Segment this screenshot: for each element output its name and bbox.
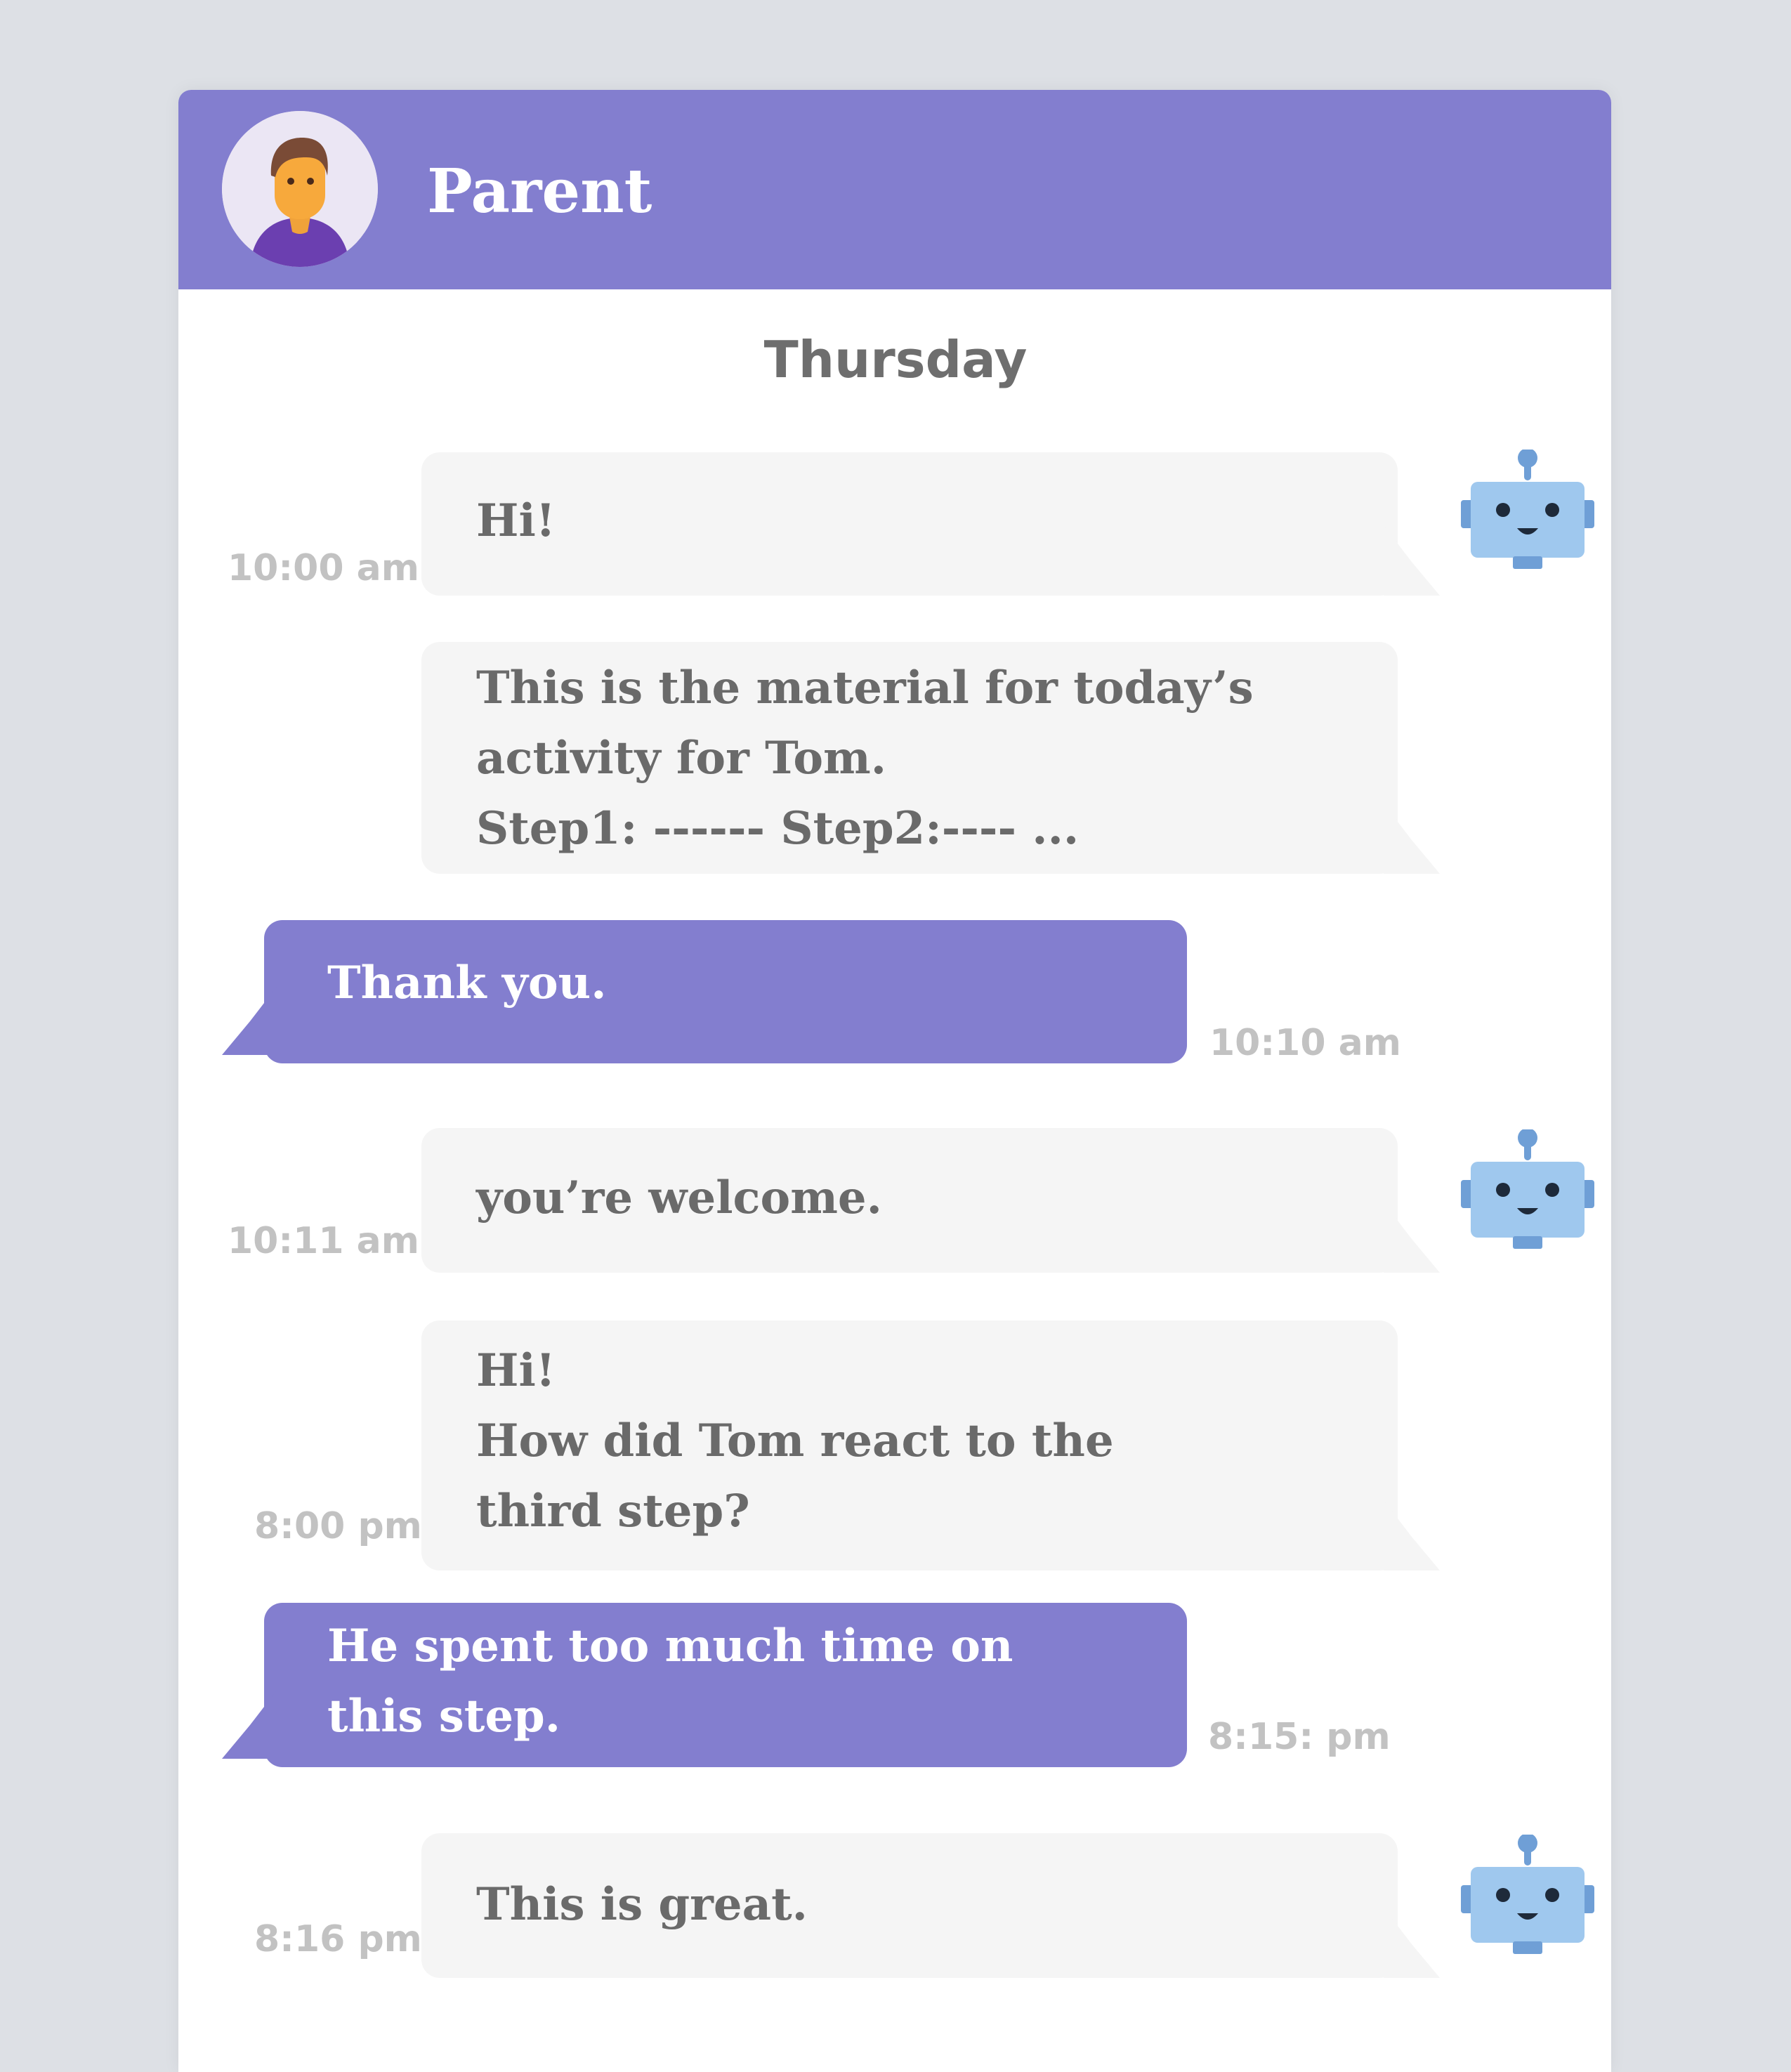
incoming-message-bubble[interactable]: Hi! How did Tom react to the third step? [421,1320,1398,1571]
incoming-message-bubble[interactable]: you’re welcome. [421,1128,1398,1273]
message-timestamp: 10:10 am [1209,1022,1401,1064]
message-text: He spent too much time on this step. [327,1620,1013,1743]
message-timestamp: 10:00 am [228,547,419,589]
robot-icon [1461,1835,1594,1958]
message-text: Thank you. [327,957,607,1009]
message-timestamp: 8:16 pm [254,1918,422,1960]
robot-icon [1461,450,1594,573]
message-timestamp: 8:00 pm [254,1505,422,1547]
incoming-message-bubble[interactable]: This is great. [421,1833,1398,1978]
incoming-message-bubble[interactable]: Hi! [421,452,1398,596]
outgoing-message-bubble[interactable]: Thank you. [264,920,1187,1063]
contact-name: Parent [427,156,652,227]
message-timestamp: 8:15: pm [1208,1716,1391,1758]
incoming-message-bubble[interactable]: This is the material for today’s activit… [421,642,1398,874]
message-text: you’re welcome. [476,1172,882,1224]
person-avatar-icon[interactable] [222,111,378,267]
message-text: Hi! [476,494,556,547]
outgoing-message-bubble[interactable]: He spent too much time on this step. [264,1603,1187,1767]
message-timestamp: 10:11 am [228,1220,419,1262]
message-text: This is great. [476,1878,808,1931]
message-text: This is the material for today’s activit… [476,662,1254,855]
message-text: Hi! How did Tom react to the third step? [476,1344,1114,1537]
robot-icon [1461,1129,1594,1253]
day-separator: Thursday [763,330,1028,389]
chat-header [178,90,1611,289]
